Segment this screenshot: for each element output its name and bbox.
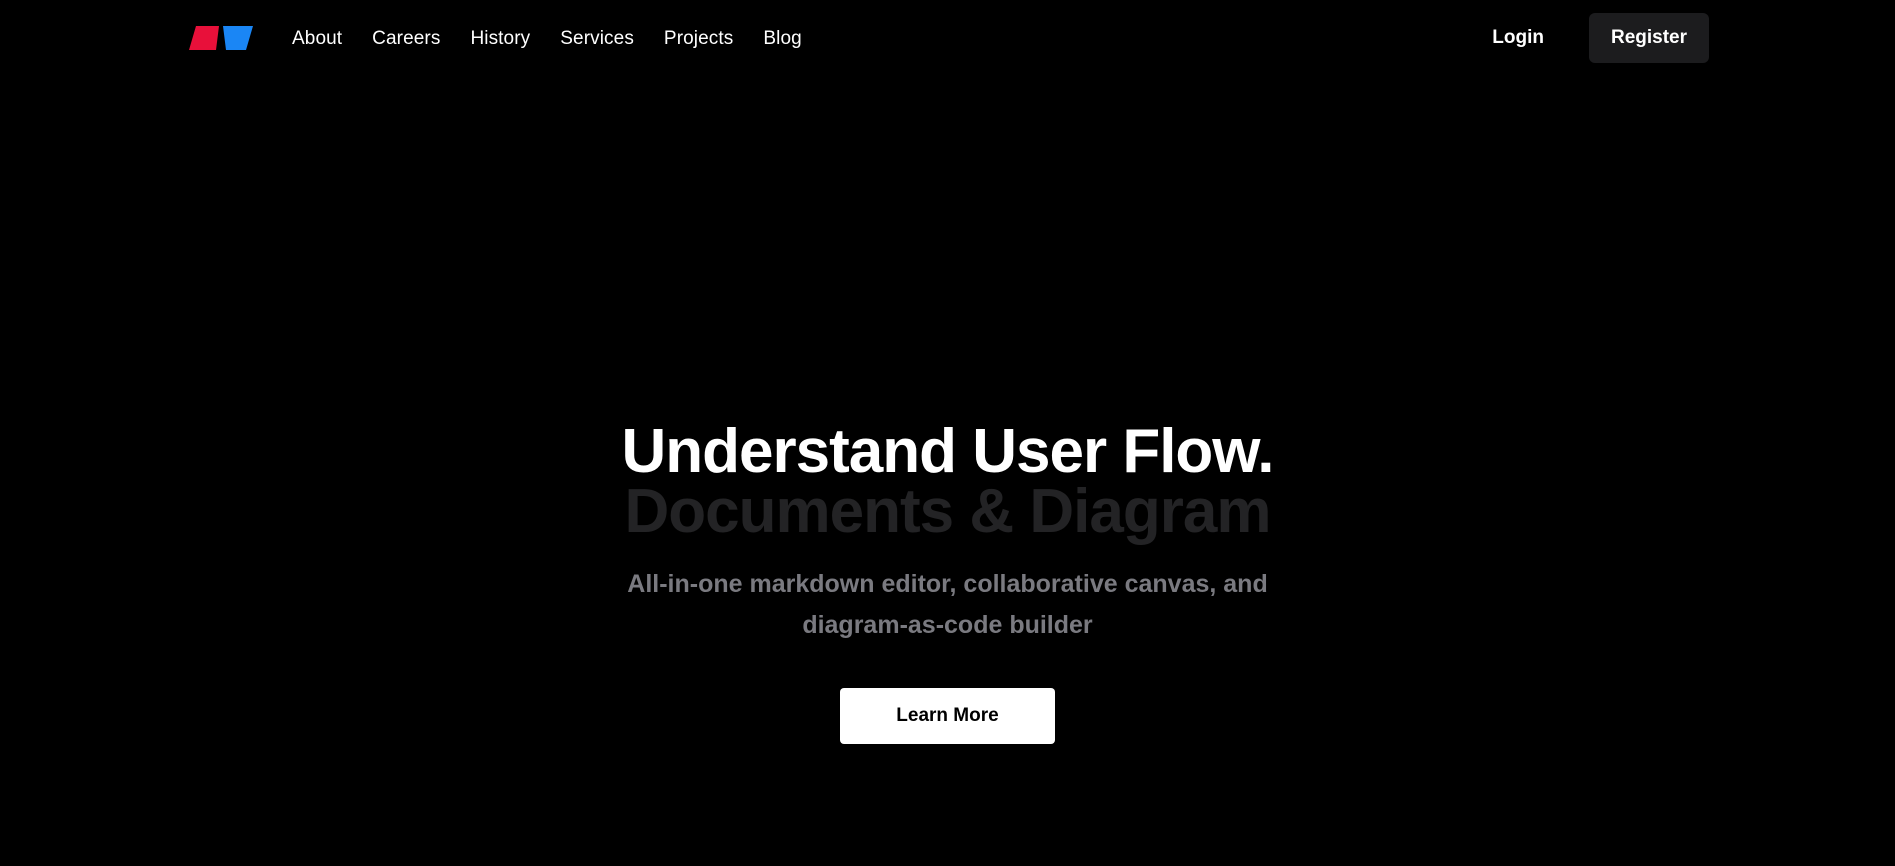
- hero-title: Understand User Flow.: [621, 417, 1275, 486]
- nav-item-careers[interactable]: Careers: [372, 28, 440, 50]
- navbar: About Careers History Services Projects …: [0, 0, 1895, 78]
- nav-item-history[interactable]: History: [470, 28, 530, 50]
- logo-red-shape: [189, 26, 219, 50]
- logo-blue-shape: [223, 26, 253, 50]
- main-nav: About Careers History Services Projects …: [292, 0, 832, 78]
- learn-more-button[interactable]: Learn More: [840, 688, 1055, 744]
- nav-item-projects[interactable]: Projects: [664, 28, 733, 50]
- nav-item-about[interactable]: About: [292, 28, 342, 50]
- hero-section: Understand User Flow. Documents & Diagra…: [0, 420, 1895, 744]
- register-button[interactable]: Register: [1589, 13, 1709, 63]
- login-button[interactable]: Login: [1492, 13, 1544, 63]
- nav-item-services[interactable]: Services: [560, 28, 634, 50]
- auth-actions: Login Register: [1492, 13, 1709, 63]
- brand-logo-icon[interactable]: [189, 26, 253, 50]
- hero-description: All-in-one markdown editor, collaborativ…: [627, 570, 1268, 639]
- nav-item-blog[interactable]: Blog: [763, 28, 801, 50]
- hero-subtitle: Documents & Diagram: [624, 477, 1272, 546]
